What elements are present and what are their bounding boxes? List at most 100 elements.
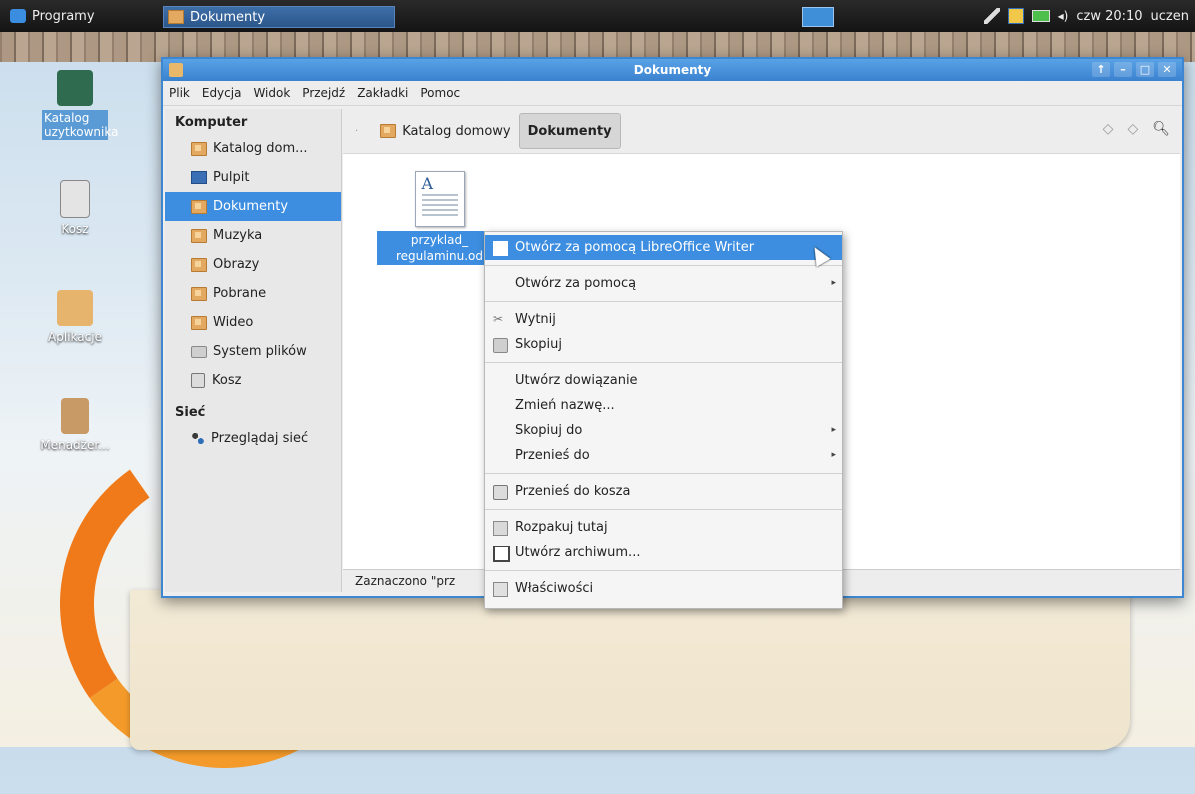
menu-przejdz[interactable]: Przejdź	[296, 86, 351, 100]
folder-icon	[169, 63, 183, 77]
menu-item-label: Właściwości	[515, 581, 594, 596]
breadcrumb-home-label: Katalog domowy	[402, 123, 511, 139]
workspace-switcher[interactable]	[802, 7, 834, 27]
sidebar-item-desktop[interactable]: Pulpit	[165, 163, 341, 192]
desktop-icon-label: Menadżer...	[40, 438, 110, 452]
battery-icon[interactable]	[1031, 10, 1050, 22]
desktop-icon-label: Katalog uzytkownika	[42, 110, 119, 140]
desktop-wallpaper-paper	[130, 590, 1130, 750]
sidebar-item-label: Muzyka	[213, 228, 263, 243]
menu-item-properties[interactable]: Właściwości	[485, 576, 842, 601]
menu-item-create-link[interactable]: Utwórz dowiązanie	[485, 368, 842, 393]
home-folder-icon	[57, 70, 93, 106]
trash-icon	[191, 373, 205, 388]
archive-extract-icon	[493, 521, 508, 536]
sidebar-item-trash[interactable]: Kosz	[165, 366, 341, 395]
menu-item-rename[interactable]: Zmień nazwę...	[485, 393, 842, 418]
menu-item-move-to-trash[interactable]: Przenieś do kosza	[485, 479, 842, 504]
clock[interactable]: czw 20:10	[1076, 9, 1142, 24]
trash-icon	[60, 180, 90, 218]
taskbar-item-label: Dokumenty	[190, 9, 266, 25]
menu-item-label: Rozpakuj tutaj	[515, 520, 608, 535]
breadcrumb-home[interactable]: Katalog domowy	[372, 114, 518, 148]
downloads-folder-icon	[191, 286, 207, 301]
sidebar-item-pictures[interactable]: Obrazy	[165, 250, 341, 279]
sidebar-item-label: Obrazy	[213, 257, 260, 272]
sidebar-item-documents[interactable]: Dokumenty	[165, 192, 341, 221]
menu-item-label: Zmień nazwę...	[515, 398, 615, 413]
path-bar: · Katalog domowy Dokumenty ◇ ◇ 🔍︎	[343, 109, 1180, 154]
menu-item-copy-to[interactable]: Skopiuj do ▸	[485, 418, 842, 443]
window-titlebar[interactable]: Dokumenty ↑ – □ ✕	[163, 59, 1182, 81]
desktop-icon-manager[interactable]: Menadżer...	[30, 398, 120, 452]
menu-item-cut[interactable]: ✂ Wytnij	[485, 307, 842, 332]
menu-item-label: Otwórz za pomocą	[515, 276, 637, 291]
username[interactable]: uczen	[1151, 9, 1189, 24]
sidebar-item-label: System plików	[213, 344, 307, 359]
desktop-icon-trash[interactable]: Kosz	[30, 180, 120, 236]
file-name-line2: regulaminu.od	[396, 249, 483, 263]
menu-item-copy[interactable]: Skopiuj	[485, 332, 842, 357]
folder-icon	[191, 141, 207, 156]
programs-menu-label: Programy	[32, 8, 95, 24]
sidebar-item-downloads[interactable]: Pobrane	[165, 279, 341, 308]
system-tray: ◂) czw 20:10 uczen	[983, 0, 1189, 32]
menu-widok[interactable]: Widok	[247, 86, 296, 100]
submenu-arrow-icon: ▸	[831, 425, 836, 435]
back-icon[interactable]: ◇	[1103, 121, 1114, 137]
maximize-button[interactable]: □	[1136, 62, 1154, 77]
music-folder-icon	[191, 228, 207, 243]
network-icon	[191, 432, 205, 445]
clipboard-icon[interactable]	[1007, 8, 1024, 24]
menu-pomoc[interactable]: Pomoc	[414, 86, 466, 100]
menu-edycja[interactable]: Edycja	[196, 86, 248, 100]
sidebar-section-computer: Komputer	[175, 115, 248, 130]
desktop-icon	[191, 171, 207, 184]
forward-icon[interactable]: ◇	[1127, 121, 1138, 137]
taskbar-item-dokumenty[interactable]: Dokumenty	[163, 6, 395, 28]
minimize-button[interactable]: –	[1114, 62, 1132, 77]
menu-zakladki[interactable]: Zakładki	[351, 86, 414, 100]
menu-item-open-with-writer[interactable]: Otwórz za pomocą LibreOffice Writer	[485, 235, 842, 260]
sidebar-item-browse-network[interactable]: Przeglądaj sieć	[165, 424, 341, 453]
properties-icon	[493, 582, 508, 597]
sidebar-item-home[interactable]: Katalog dom...	[165, 134, 341, 163]
search-icon[interactable]: 🔍︎	[1152, 121, 1170, 137]
menu-plik[interactable]: Plik	[163, 86, 196, 100]
window-title: Dokumenty	[633, 63, 712, 77]
context-menu: Otwórz za pomocą LibreOffice Writer Otwó…	[484, 231, 843, 609]
volume-icon[interactable]: ◂)	[1058, 9, 1069, 23]
breadcrumb-current-label: Dokumenty	[527, 123, 612, 139]
copy-icon	[493, 338, 508, 353]
window-controls: ↑ – □ ✕	[1092, 62, 1176, 77]
menu-item-label: Utwórz dowiązanie	[515, 373, 638, 388]
sidebar-item-label: Wideo	[213, 315, 254, 330]
pictures-folder-icon	[191, 257, 207, 272]
sidebar: Komputer Katalog dom... Pulpit Dokumenty…	[165, 109, 342, 592]
desktop-icon-applications[interactable]: Aplikacje	[30, 290, 120, 344]
folder-icon	[57, 290, 93, 326]
menu-item-open-with[interactable]: Otwórz za pomocą ▸	[485, 271, 842, 296]
videos-folder-icon	[191, 315, 207, 330]
shade-button[interactable]: ↑	[1092, 62, 1110, 77]
network-cable-icon[interactable]	[983, 8, 1000, 24]
menu-item-move-to[interactable]: Przenieś do ▸	[485, 443, 842, 468]
path-left-arrow-icon[interactable]: ·	[355, 126, 358, 137]
path-tools: ◇ ◇ 🔍︎	[1103, 121, 1170, 137]
sidebar-item-label: Dokumenty	[213, 199, 289, 214]
drive-icon	[191, 345, 207, 358]
sidebar-item-label: Kosz	[212, 373, 242, 388]
folder-icon	[380, 124, 397, 138]
breadcrumb-current[interactable]: Dokumenty	[518, 113, 621, 149]
menu-item-extract-here[interactable]: Rozpakuj tutaj	[485, 515, 842, 540]
programs-menu-button[interactable]: Programy	[0, 0, 105, 32]
sidebar-item-filesystem[interactable]: System plików	[165, 337, 341, 366]
sidebar-item-music[interactable]: Muzyka	[165, 221, 341, 250]
trash-icon	[493, 485, 508, 500]
sidebar-item-videos[interactable]: Wideo	[165, 308, 341, 337]
status-text: Zaznaczono "prz	[355, 574, 456, 588]
close-button[interactable]: ✕	[1158, 62, 1176, 77]
desktop-icon-home[interactable]: Katalog uzytkownika	[30, 70, 120, 140]
programs-menu-icon	[10, 9, 26, 23]
menu-item-create-archive[interactable]: Utwórz archiwum...	[485, 540, 842, 565]
